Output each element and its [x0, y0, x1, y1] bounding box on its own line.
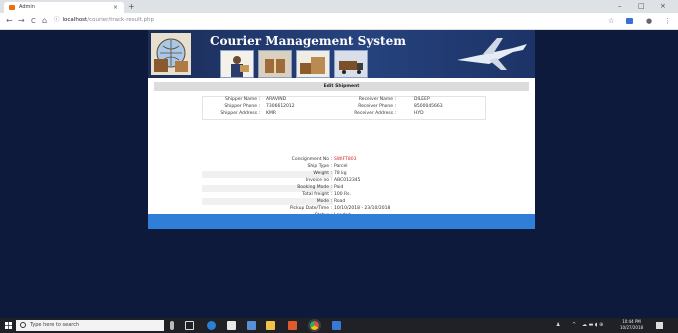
mode-label: Mode :: [316, 199, 332, 204]
microphone-icon[interactable]: [170, 321, 174, 330]
package-image: [258, 50, 292, 78]
receiver-address-value: HYD: [414, 111, 424, 116]
url-host: localhost: [62, 17, 88, 23]
forward-arrow-icon[interactable]: →: [18, 15, 25, 27]
chrome-icon[interactable]: [310, 321, 319, 330]
photos-icon[interactable]: [332, 321, 341, 330]
shipper-phone-label: Shipper Phone :: [224, 104, 260, 109]
windows-taskbar: Type here to search ♟ ^ ☁ ▬ ◖ ⊕ 10:44 PM…: [0, 318, 678, 333]
shipper-address-label: Shipper Address :: [220, 111, 260, 116]
mail-icon[interactable]: [247, 321, 256, 330]
info-icon[interactable]: ⓘ: [54, 17, 60, 23]
ship-type-value: Parcel: [334, 164, 348, 169]
pickup-datetime-label: Pickup Date/Time :: [289, 206, 332, 211]
window-close-button[interactable]: ×: [660, 1, 666, 12]
receiver-name-value: DILEEP: [414, 97, 430, 102]
people-icon[interactable]: ♟: [556, 321, 560, 330]
total-freight-value: 100 Rs.: [334, 192, 351, 197]
menu-icon[interactable]: ⋮: [664, 16, 671, 26]
page-footer-bar: [148, 214, 535, 229]
plus-icon[interactable]: +: [128, 1, 135, 12]
browser-tab[interactable]: Admin ×: [4, 2, 124, 13]
tray-chevron-icon[interactable]: ^: [572, 321, 576, 330]
total-freight-label: Total freight :: [302, 192, 332, 197]
boxes-image: [296, 50, 330, 78]
shipper-phone-value: 7306612012: [266, 104, 295, 109]
home-icon[interactable]: ⌂: [42, 15, 47, 27]
close-icon[interactable]: ×: [113, 2, 118, 13]
shipment-panel: Edit Shipment Shipper Name : ARAVIND Shi…: [148, 78, 535, 225]
url-field[interactable]: ⓘ localhost/courier/track-result.php: [54, 15, 594, 26]
address-bar: ← → C ⌂ ⓘ localhost/courier/track-result.…: [0, 13, 678, 30]
store-icon[interactable]: [227, 321, 236, 330]
consignment-value: SWIFT803: [334, 157, 357, 162]
invoice-value: ABC012345: [334, 178, 361, 183]
explorer-icon[interactable]: [266, 321, 275, 330]
receiver-phone-value: 8500045663: [414, 104, 443, 109]
site-banner: Courier Management System: [148, 30, 535, 78]
invoice-label: Invoice no :: [305, 178, 332, 183]
search-icon: [20, 322, 26, 328]
mode-value: Road: [334, 199, 346, 204]
maximize-button[interactable]: □: [638, 1, 645, 12]
notification-icon[interactable]: [656, 322, 663, 329]
weight-label: Weight :: [313, 171, 332, 176]
window-icon: [9, 5, 15, 10]
edge-icon[interactable]: [207, 321, 216, 330]
page-viewport: Courier Management System Edit Shipment …: [0, 30, 678, 318]
courier-person-image: [220, 50, 254, 78]
windows-start-icon[interactable]: [5, 322, 12, 329]
courier-logo: [151, 33, 191, 75]
extension-icon[interactable]: [626, 18, 633, 24]
ship-type-label: Ship Type :: [307, 164, 332, 169]
minimize-button[interactable]: –: [618, 1, 622, 12]
taskbar-search-input[interactable]: Type here to search: [16, 320, 164, 331]
consignment-label: Consignment No :: [291, 157, 332, 162]
panel-heading: Edit Shipment: [154, 82, 529, 91]
airplane-image: [457, 38, 527, 70]
task-view-icon[interactable]: [185, 321, 194, 330]
truck-image: [334, 50, 368, 78]
receiver-phone-label: Receiver Phone :: [358, 104, 396, 109]
receiver-address-label: Receiver Address :: [354, 111, 396, 116]
tab-title: Admin: [19, 4, 35, 10]
clock-date: 10/27/2018: [620, 325, 644, 330]
tray-status-icons[interactable]: ☁ ▬ ◖ ⊕: [582, 321, 603, 330]
browser-tab-bar: Admin × + – □ ×: [0, 0, 678, 13]
booking-mode-label: Booking Mode :: [297, 185, 332, 190]
taskbar-clock[interactable]: 10:44 PM 10/27/2018: [620, 319, 643, 331]
booking-mode-value: Paid: [334, 185, 344, 190]
reload-icon[interactable]: C: [31, 15, 36, 27]
weight-value: 78 kg: [334, 171, 347, 176]
search-placeholder: Type here to search: [30, 322, 80, 328]
star-icon[interactable]: ☆: [608, 16, 614, 26]
url-path: /courier/track-result.php: [87, 17, 154, 23]
back-arrow-icon[interactable]: ←: [6, 15, 13, 27]
pickup-datetime-value: 10/10/2018 - 23/10/2018: [334, 206, 391, 211]
account-icon[interactable]: ●: [646, 16, 652, 26]
shipper-address-value: KMR: [266, 111, 276, 116]
office-icon[interactable]: [288, 321, 297, 330]
shipper-name-label: Shipper Name :: [225, 97, 260, 102]
receiver-name-label: Receiver Name :: [358, 97, 396, 102]
site-title: Courier Management System: [210, 34, 406, 48]
shipper-name-value: ARAVIND: [266, 97, 287, 102]
